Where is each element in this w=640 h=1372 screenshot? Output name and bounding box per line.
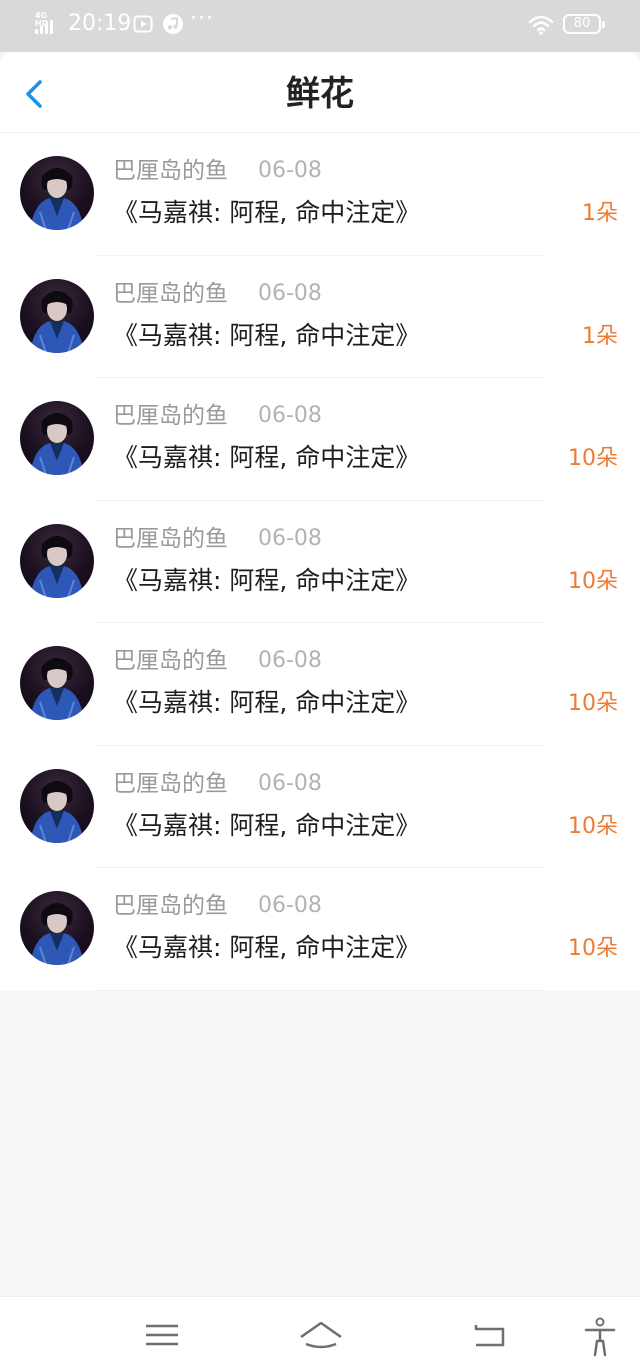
sender-name: 巴厘岛的鱼 xyxy=(113,893,228,919)
wifi-icon xyxy=(528,15,554,35)
flower-count: 10朵 xyxy=(568,936,618,961)
avatar[interactable] xyxy=(20,156,94,230)
sender-name: 巴厘岛的鱼 xyxy=(113,280,228,307)
sender-name: 巴厘岛的鱼 xyxy=(113,403,228,429)
list-item[interactable]: 巴厘岛的鱼 06-08 《马嘉祺: 阿程, 命中注定》 10朵 xyxy=(0,868,640,991)
work-title: 《马嘉祺: 阿程, 命中注定》 xyxy=(113,320,421,350)
item-date: 06-08 xyxy=(258,280,322,306)
avatar[interactable] xyxy=(20,768,94,843)
status-time: 20:19 xyxy=(68,11,132,36)
list-item[interactable]: 巴厘岛的鱼 06-08 《马嘉祺: 阿程, 命中注定》 1朵 xyxy=(0,256,640,378)
play-icon xyxy=(133,15,153,33)
sender-name: 巴厘岛的鱼 xyxy=(113,770,228,797)
item-date: 06-08 xyxy=(258,770,322,796)
menu-icon xyxy=(146,1324,178,1346)
flower-count: 10朵 xyxy=(568,813,618,839)
item-date: 06-08 xyxy=(258,648,322,673)
avatar[interactable] xyxy=(20,278,94,353)
work-title: 《马嘉祺: 阿程, 命中注定》 xyxy=(113,443,421,472)
flower-count: 1朵 xyxy=(582,323,618,349)
back-nav-button[interactable] xyxy=(470,1317,510,1353)
list-item[interactable]: 巴厘岛的鱼 06-08 《马嘉祺: 阿程, 命中注定》 10朵 xyxy=(0,623,640,746)
list-item[interactable]: 巴厘岛的鱼 06-08 《马嘉祺: 阿程, 命中注定》 10朵 xyxy=(0,501,640,623)
system-nav-bar xyxy=(0,1296,640,1372)
avatar[interactable] xyxy=(20,891,94,965)
list-item[interactable]: 巴厘岛的鱼 06-08 《马嘉祺: 阿程, 命中注定》 10朵 xyxy=(0,746,640,868)
flower-count: 1朵 xyxy=(582,201,618,226)
item-date: 06-08 xyxy=(258,158,322,183)
flower-count: 10朵 xyxy=(568,691,618,716)
menu-button[interactable] xyxy=(142,1317,182,1353)
avatar[interactable] xyxy=(20,646,94,720)
accessibility-button[interactable] xyxy=(582,1317,622,1357)
work-title: 《马嘉祺: 阿程, 命中注定》 xyxy=(113,933,421,962)
work-title: 《马嘉祺: 阿程, 命中注定》 xyxy=(113,565,421,595)
flower-count: 10朵 xyxy=(568,446,618,471)
flower-count: 10朵 xyxy=(568,568,618,594)
list-item[interactable]: 巴厘岛的鱼 06-08 《马嘉祺: 阿程, 命中注定》 10朵 xyxy=(0,378,640,501)
item-date: 06-08 xyxy=(258,893,322,918)
avatar[interactable] xyxy=(20,401,94,475)
work-title: 《马嘉祺: 阿程, 命中注定》 xyxy=(113,198,421,227)
home-button[interactable] xyxy=(298,1317,344,1353)
list-item[interactable]: 巴厘岛的鱼 06-08 《马嘉祺: 阿程, 命中注定》 1朵 xyxy=(0,133,640,256)
sender-name: 巴厘岛的鱼 xyxy=(113,525,228,552)
work-title: 《马嘉祺: 阿程, 命中注定》 xyxy=(113,810,421,840)
item-date: 06-08 xyxy=(258,525,322,551)
home-icon xyxy=(300,1321,342,1349)
signal-icon: 4G HD xyxy=(35,12,63,36)
avatar[interactable] xyxy=(20,523,94,598)
battery-indicator: 80 xyxy=(563,14,605,34)
more-notifications-icon: ··· xyxy=(190,6,214,31)
work-title: 《马嘉祺: 阿程, 命中注定》 xyxy=(113,688,421,717)
row-divider xyxy=(95,989,545,991)
item-date: 06-08 xyxy=(258,403,322,428)
music-icon xyxy=(163,14,183,34)
status-bar: 4G HD 20:19 ··· 80 xyxy=(0,0,640,52)
page-title: 鲜花 xyxy=(286,74,354,114)
sender-name: 巴厘岛的鱼 xyxy=(113,648,228,674)
flower-gift-list: 巴厘岛的鱼 06-08 《马嘉祺: 阿程, 命中注定》 1朵 巴厘岛的鱼 06-… xyxy=(0,133,640,991)
header: 鲜花 xyxy=(0,52,640,132)
sender-name: 巴厘岛的鱼 xyxy=(113,158,228,184)
back-icon xyxy=(474,1325,505,1347)
accessibility-icon xyxy=(584,1317,616,1357)
